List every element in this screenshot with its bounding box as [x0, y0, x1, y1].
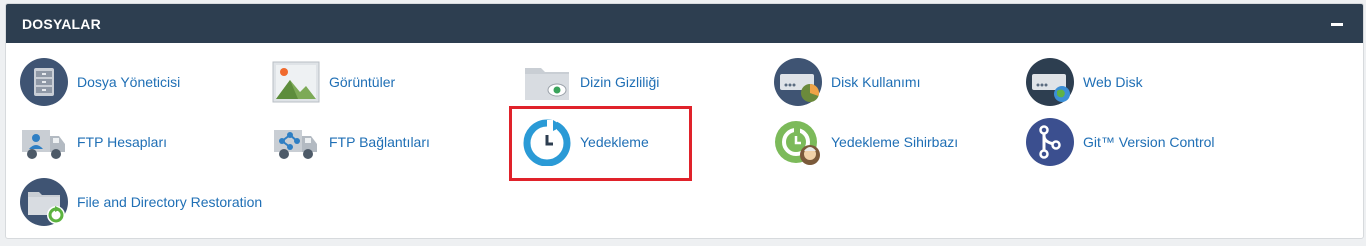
ftp-connections-icon	[272, 118, 320, 166]
item-label: FTP Hesapları	[77, 134, 167, 150]
item-backup-wizard[interactable]: Yedekleme Sihirbazı	[774, 117, 958, 167]
collapse-icon[interactable]	[1329, 14, 1347, 32]
web-disk-icon	[1026, 58, 1074, 106]
item-label: Yedekleme Sihirbazı	[831, 134, 959, 150]
item-file-manager[interactable]: Dosya Yöneticisi	[20, 57, 180, 107]
item-directory-privacy[interactable]: Dizin Gizliliği	[523, 57, 659, 107]
item-label: Dosya Yöneticisi	[77, 74, 181, 90]
item-git-version-control[interactable]: Git™ Version Control	[1026, 117, 1215, 167]
panel-title: DOSYALAR	[22, 16, 101, 32]
disk-usage-icon	[774, 58, 822, 106]
item-label: FTP Bağlantıları	[329, 134, 430, 150]
item-web-disk[interactable]: Web Disk	[1026, 57, 1143, 107]
ftp-accounts-icon	[20, 118, 68, 166]
item-label: Görüntüler	[329, 74, 396, 90]
git-icon	[1026, 118, 1074, 166]
item-label: Dizin Gizliliği	[580, 74, 660, 90]
directory-privacy-icon	[523, 58, 571, 106]
backup-wizard-icon	[774, 118, 822, 166]
item-file-restoration[interactable]: File and Directory Restoration	[20, 177, 262, 227]
item-label: Git™ Version Control	[1083, 134, 1215, 150]
item-ftp-connections[interactable]: FTP Bağlantıları	[272, 117, 430, 167]
item-label: Web Disk	[1083, 74, 1143, 90]
item-disk-usage[interactable]: Disk Kullanımı	[774, 57, 920, 107]
highlight-annotation	[509, 106, 692, 181]
images-icon	[272, 58, 320, 106]
panel-header[interactable]: DOSYALAR	[6, 4, 1363, 43]
files-panel: DOSYALAR Dosya Yöneticisi Görüntüler Diz…	[5, 3, 1364, 239]
item-ftp-accounts[interactable]: FTP Hesapları	[20, 117, 167, 167]
item-label: File and Directory Restoration	[77, 194, 263, 210]
item-label: Disk Kullanımı	[831, 74, 921, 90]
item-images[interactable]: Görüntüler	[272, 57, 395, 107]
file-manager-icon	[20, 58, 68, 106]
file-restoration-icon	[20, 178, 68, 226]
